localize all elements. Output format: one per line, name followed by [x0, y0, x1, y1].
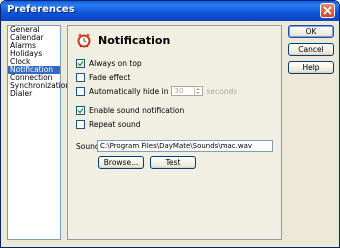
sidebar-item-dialer[interactable]: Dialer	[8, 90, 60, 98]
always-on-top-option[interactable]: Always on top	[76, 57, 142, 69]
always-on-top-checkbox[interactable]	[76, 58, 85, 68]
browse-button[interactable]: Browse...	[98, 156, 144, 169]
close-button[interactable]	[320, 3, 335, 18]
sound-file-row: Sound C:\Program Files\DayMate\Sounds\ma…	[76, 140, 273, 152]
enable-sound-label: Enable sound notification	[89, 105, 185, 115]
auto-hide-label: Automatically hide in	[89, 86, 169, 96]
page-title: Notification	[98, 34, 171, 47]
fade-effect-option[interactable]: Fade effect	[76, 71, 130, 83]
cancel-button[interactable]: Cancel	[288, 43, 334, 56]
sound-label: Sound	[76, 141, 100, 151]
check-icon	[77, 60, 84, 67]
auto-hide-value[interactable]: 30	[172, 87, 194, 95]
fade-effect-checkbox[interactable]	[76, 72, 85, 82]
chevron-down-icon	[196, 92, 201, 94]
auto-hide-unit: seconds	[206, 86, 238, 96]
auto-hide-checkbox[interactable]	[76, 86, 85, 96]
auto-hide-option[interactable]: Automatically hide in 30 seconds	[76, 85, 237, 97]
notification-panel: Notification Always on top Fade effect A…	[67, 25, 282, 240]
sound-path-input[interactable]: C:\Program Files\DayMate\Sounds\mac.wav	[97, 140, 273, 152]
enable-sound-option[interactable]: Enable sound notification	[76, 104, 184, 116]
title-bar[interactable]: Preferences	[1, 1, 339, 21]
fade-effect-label: Fade effect	[89, 72, 131, 82]
preferences-dialog: Preferences General Calendar Alarms Holi…	[0, 0, 340, 248]
repeat-sound-checkbox[interactable]	[76, 119, 85, 129]
help-button[interactable]: Help	[288, 61, 334, 74]
close-icon	[323, 6, 332, 15]
always-on-top-label: Always on top	[89, 58, 142, 68]
test-button[interactable]: Test	[150, 156, 196, 169]
auto-hide-stepper[interactable]: 30	[171, 86, 204, 96]
category-list[interactable]: General Calendar Alarms Holidays Clock N…	[7, 25, 70, 240]
alarm-clock-icon	[77, 33, 91, 48]
ok-button[interactable]: OK	[288, 25, 334, 38]
stepper-down-button[interactable]	[195, 91, 202, 95]
repeat-sound-option[interactable]: Repeat sound	[76, 118, 141, 130]
enable-sound-checkbox[interactable]	[76, 105, 85, 115]
window-title: Preferences	[7, 4, 75, 15]
repeat-sound-label: Repeat sound	[89, 119, 141, 129]
check-icon	[77, 107, 84, 114]
